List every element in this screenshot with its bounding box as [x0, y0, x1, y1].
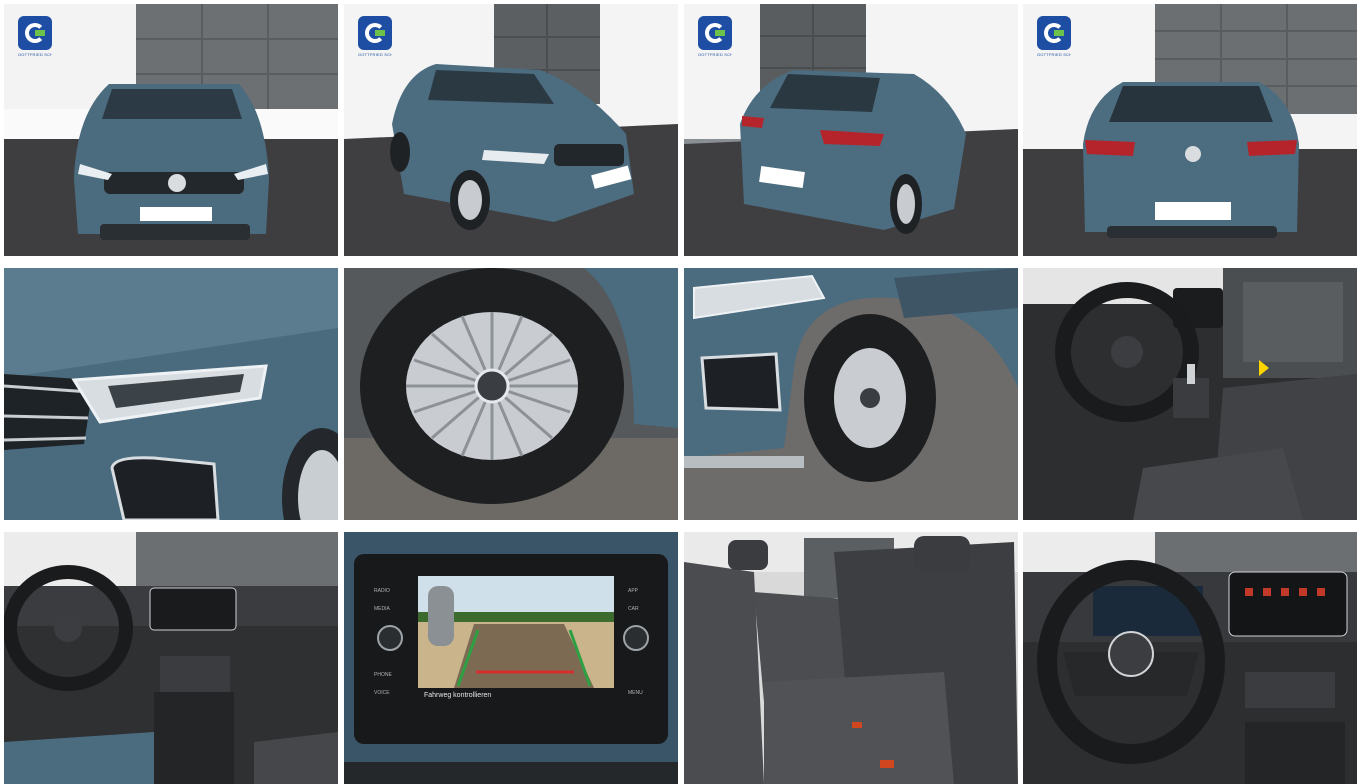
infotainment-label-media: MEDIA [374, 606, 390, 612]
dashboard-wide-image [4, 532, 338, 784]
dealer-logo: GOTTFRIED SCHULTZ GRUPPE [698, 16, 732, 57]
dealer-logo: GOTTFRIED SCHULTZ GRUPPE [1037, 16, 1071, 57]
car-front-image [4, 4, 338, 256]
infotainment-label-car: CAR [628, 606, 639, 612]
car-rear-image [1023, 4, 1357, 256]
gallery-photo-rear-left[interactable]: GOTTFRIED SCHULTZ GRUPPE [684, 4, 1018, 256]
gallery-photo-front[interactable]: GOTTFRIED SCHULTZ GRUPPE [4, 4, 338, 256]
logo-icon [18, 16, 52, 50]
gallery-photo-steering-wheel[interactable] [1023, 532, 1357, 784]
gallery-photo-front-left[interactable]: GOTTFRIED SCHULTZ GRUPPE [344, 4, 678, 256]
logo-icon [698, 16, 732, 50]
logo-icon [1037, 16, 1071, 50]
camera-warning-text: Fahrweg kontrollieren [424, 692, 492, 699]
dealer-logo: GOTTFRIED SCHULTZ GRUPPE [18, 16, 52, 57]
gallery-photo-headlight[interactable] [4, 268, 338, 520]
infotainment-label-menu: MENU [628, 690, 643, 696]
gallery-photo-dashboard[interactable] [4, 532, 338, 784]
steering-wheel-image [1023, 532, 1357, 784]
logo-text: GOTTFRIED SCHULTZ GRUPPE [18, 52, 52, 57]
infotainment-right-labels: APP CAR MENU [628, 582, 643, 702]
car-rear-left-image [684, 4, 1018, 256]
photo-gallery: GOTTFRIED SCHULTZ GRUPPE GOTTFRIED SCHUL… [0, 0, 1365, 784]
gallery-photo-front-wheel[interactable] [684, 268, 1018, 520]
infotainment-left-labels: RADIO MEDIA PHONE VOICE [374, 582, 392, 702]
car-front-left-image [344, 4, 678, 256]
gallery-photo-rear[interactable]: GOTTFRIED SCHULTZ GRUPPE [1023, 4, 1357, 256]
infotainment-label-phone: PHONE [374, 672, 392, 678]
gallery-photo-cockpit[interactable] [1023, 268, 1357, 520]
gallery-photo-rear-camera[interactable]: Fahrweg kontrollieren RADIO MEDIA PHONE … [344, 532, 678, 784]
infotainment-label-voice: VOICE [374, 690, 390, 696]
driver-cockpit-image [1023, 268, 1357, 520]
infotainment-label-app: APP [628, 588, 639, 594]
logo-text: GOTTFRIED SCHULTZ GRUPPE [358, 52, 392, 57]
logo-text: GOTTFRIED SCHULTZ GRUPPE [1037, 52, 1071, 57]
rear-seats-image [684, 532, 1018, 784]
infotainment-label-radio: RADIO [374, 588, 390, 594]
dealer-logo: GOTTFRIED SCHULTZ GRUPPE [358, 16, 392, 57]
alloy-wheel-image [344, 268, 678, 520]
gallery-photo-wheel[interactable] [344, 268, 678, 520]
logo-icon [358, 16, 392, 50]
gallery-photo-rear-seats[interactable] [684, 532, 1018, 784]
headlight-detail-image [4, 268, 338, 520]
logo-text: GOTTFRIED SCHULTZ GRUPPE [698, 52, 732, 57]
front-wheel-fender-image [684, 268, 1018, 520]
